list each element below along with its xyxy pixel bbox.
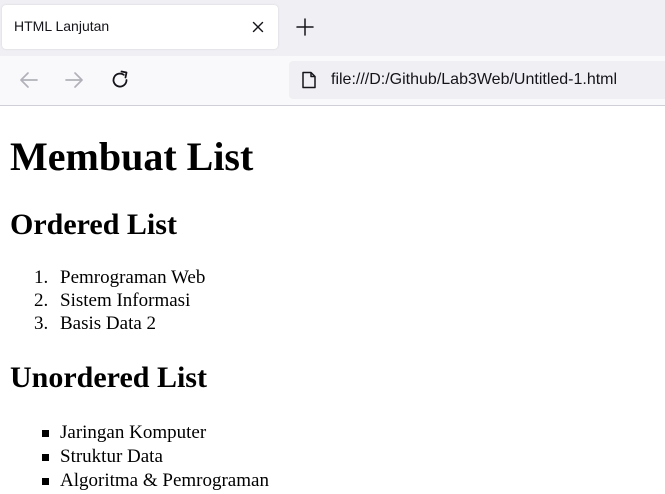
url-bar[interactable]: file:///D:/Github/Lab3Web/Untitled-1.htm… bbox=[289, 61, 665, 99]
page-title: Membuat List bbox=[10, 134, 254, 179]
square-bullet-icon bbox=[42, 478, 49, 485]
plus-icon[interactable] bbox=[294, 16, 316, 38]
list-item-text: Struktur Data bbox=[60, 446, 163, 467]
list-number: 1. bbox=[34, 267, 49, 288]
arrow-left-icon[interactable] bbox=[17, 68, 41, 92]
unordered-list-heading: Unordered List bbox=[10, 361, 207, 394]
list-item-text: Basis Data 2 bbox=[60, 313, 157, 334]
square-bullet-icon bbox=[42, 454, 49, 461]
close-icon[interactable] bbox=[249, 18, 267, 36]
list-item-text: Algoritma & Pemrograman bbox=[60, 470, 269, 491]
ordered-list-heading: Ordered List bbox=[10, 208, 177, 241]
square-bullet-icon bbox=[42, 430, 49, 437]
page-content: Membuat List Ordered List 1. Pemrograman… bbox=[0, 106, 665, 494]
list-item-text: Pemrograman Web bbox=[60, 267, 206, 288]
tab-strip: HTML Lanjutan bbox=[0, 0, 665, 56]
tab-active[interactable]: HTML Lanjutan bbox=[2, 5, 278, 49]
list-item-text: Sistem Informasi bbox=[60, 290, 191, 311]
list-number: 3. bbox=[34, 313, 49, 334]
file-icon bbox=[301, 71, 317, 89]
list-number: 2. bbox=[34, 290, 49, 311]
url-text[interactable]: file:///D:/Github/Lab3Web/Untitled-1.htm… bbox=[331, 71, 617, 89]
navigation-toolbar: file:///D:/Github/Lab3Web/Untitled-1.htm… bbox=[0, 56, 665, 106]
browser-window: HTML Lanjutan file:///D:/Github/Lab3Web/… bbox=[0, 0, 665, 494]
tab-title: HTML Lanjutan bbox=[14, 18, 110, 34]
arrow-right-icon[interactable] bbox=[62, 68, 86, 92]
list-item-text: Jaringan Komputer bbox=[60, 422, 207, 443]
reload-icon[interactable] bbox=[108, 68, 132, 92]
